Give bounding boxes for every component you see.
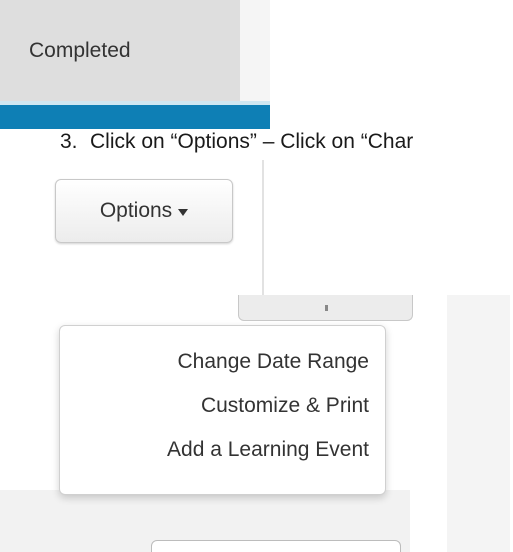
- panel-edge: [262, 160, 264, 295]
- tab-bar: Completed: [0, 0, 270, 129]
- step-number: 3.: [60, 130, 78, 153]
- tab-completed-label: Completed: [29, 38, 131, 62]
- step-instruction: 3. Click on “Options” – Click on “Char: [60, 130, 413, 154]
- menu-item-add-learning-event[interactable]: Add a Learning Event: [167, 428, 369, 472]
- step-text: Click on “Options” – Click on “Char: [90, 130, 414, 153]
- caret-down-icon: [178, 208, 189, 216]
- caret-fragment: [325, 305, 328, 311]
- menu-item-customize-print[interactable]: Customize & Print: [201, 384, 369, 428]
- options-button[interactable]: Options: [55, 179, 233, 243]
- tab-underline-accent: [0, 105, 270, 129]
- right-panel-edge: [447, 295, 513, 552]
- options-dropdown-screenshot: Change Date Range Customize & Print Add …: [0, 295, 513, 552]
- partial-button[interactable]: [151, 540, 401, 552]
- options-dropdown-menu: Change Date Range Customize & Print Add …: [59, 325, 386, 495]
- options-button-partial[interactable]: [238, 295, 413, 321]
- options-button-label: Options: [99, 199, 173, 222]
- tab-completed[interactable]: Completed: [0, 0, 240, 101]
- options-button-screenshot: Options: [0, 160, 265, 295]
- menu-item-change-date-range[interactable]: Change Date Range: [178, 340, 369, 384]
